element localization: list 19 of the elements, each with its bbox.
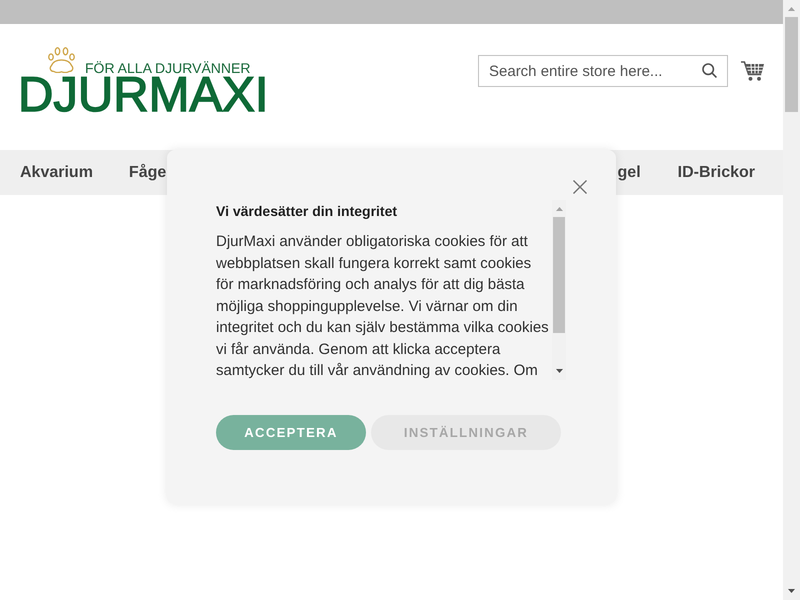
search-icon[interactable] bbox=[702, 63, 717, 78]
arrow-down-icon[interactable] bbox=[788, 589, 795, 593]
cart-icon[interactable] bbox=[741, 61, 764, 81]
scrollbar[interactable] bbox=[783, 0, 800, 600]
arrow-down-icon[interactable] bbox=[556, 369, 562, 373]
close-icon[interactable] bbox=[573, 180, 587, 194]
nav-item[interactable]: ID-Brickor bbox=[678, 162, 755, 182]
nav-item[interactable]: Fåge bbox=[128, 162, 166, 182]
search-field[interactable]: Search entire store here... bbox=[478, 55, 728, 87]
scrollbar-thumb[interactable] bbox=[785, 17, 798, 112]
arrow-up-icon[interactable] bbox=[788, 7, 795, 11]
arrow-up-icon[interactable] bbox=[556, 207, 562, 211]
nav-item[interactable]: Akvarium bbox=[20, 162, 93, 182]
nav-item[interactable]: gel bbox=[618, 162, 641, 182]
logo-tagline: FÖR ALLA DJURVÄNNER bbox=[85, 61, 250, 75]
dialog-text: DjurMaxi använder obligatoriska cookies för att webbplatsen skall fungera korrekt samt cookies för marknadsföring och analys för att dig bästa möjliga shoppingupplevelse. Vi värnar om din integritet och du kan själv bestämma vilka cookies vi får använda. Genom att klicka acceptera samtycker du till vår användning av cookies. Om bbox=[216, 232, 550, 381]
dialog-title: Vi värdesätter din integritet bbox=[216, 202, 398, 221]
paw-icon bbox=[48, 47, 75, 73]
scrollbar-thumb[interactable] bbox=[553, 217, 565, 333]
